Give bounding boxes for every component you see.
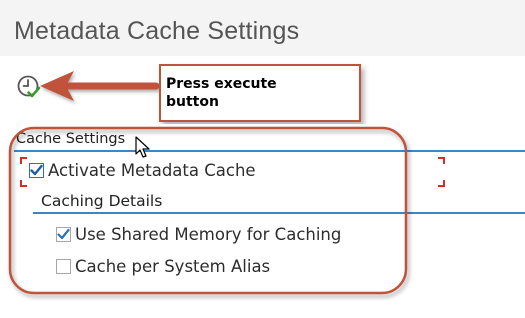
shared-memory-checkbox[interactable]	[56, 227, 71, 242]
focus-corner-tr	[438, 157, 445, 164]
activate-metadata-cache-label: Activate Metadata Cache	[48, 161, 256, 180]
focus-corner-br	[438, 180, 445, 187]
checkmark-icon	[30, 164, 43, 176]
details-divider	[33, 212, 525, 214]
annotation-callout: Press execute button	[159, 64, 361, 122]
cache-per-system-alias-label: Cache per System Alias	[75, 257, 271, 276]
page-title: Metadata Cache Settings	[14, 17, 300, 45]
callout-line1: Press execute	[166, 76, 277, 92]
cache-settings-group-title: Cache Settings	[16, 131, 126, 147]
activate-metadata-cache-row[interactable]: Activate Metadata Cache	[29, 161, 256, 180]
callout-line2: button	[166, 94, 219, 110]
checkmark-icon	[57, 228, 70, 240]
cache-per-system-alias-row[interactable]: Cache per System Alias	[56, 257, 270, 276]
cache-settings-section	[0, 124, 525, 318]
focus-corner-bl	[20, 180, 27, 187]
focus-corner-tl	[20, 157, 27, 164]
activate-metadata-cache-checkbox[interactable]	[29, 163, 44, 178]
mouse-cursor-icon	[135, 136, 150, 158]
caching-details-title: Caching Details	[41, 192, 163, 210]
shared-memory-label: Use Shared Memory for Caching	[75, 225, 342, 244]
cache-per-system-alias-checkbox[interactable]	[56, 259, 71, 274]
group-divider	[14, 150, 525, 152]
shared-memory-row[interactable]: Use Shared Memory for Caching	[56, 225, 341, 244]
pointer-arrow-icon	[40, 71, 160, 101]
